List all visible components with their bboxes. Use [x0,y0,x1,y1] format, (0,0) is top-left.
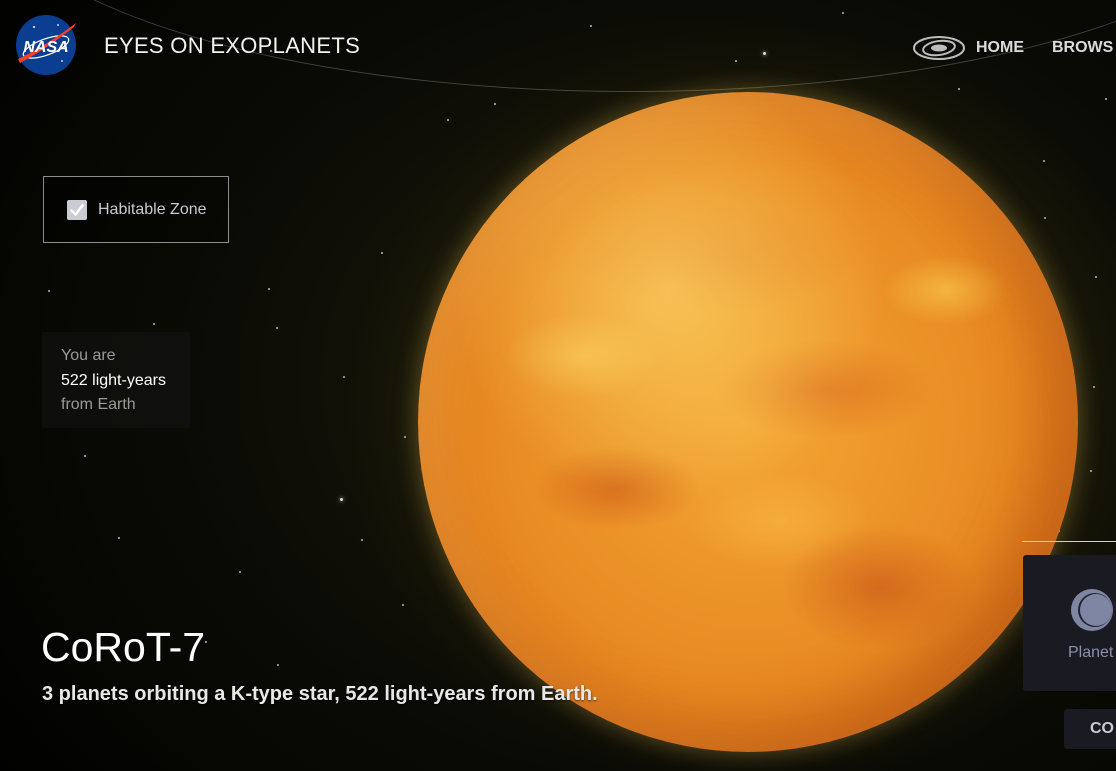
distance-prefix: You are [61,347,116,364]
top-nav: HOME BROWS [912,34,1113,62]
planets-panel-label: Planet [1068,644,1114,661]
nav-browse[interactable]: BROWS [1052,39,1113,57]
system-name: CoRoT-7 [41,624,206,670]
habitable-zone-label: Habitable Zone [98,200,207,218]
nasa-logo-text: NASA [23,39,68,56]
app-title[interactable]: EYES ON EXOPLANETS [104,33,360,59]
nav-home-label: HOME [976,39,1024,56]
exoplanet-viewport[interactable]: NASA EYES ON EXOPLANETS HOME BROWS Habit… [0,0,1116,771]
side-panel-divider [1022,541,1116,542]
distance-suffix: from Earth [61,396,136,413]
compare-button[interactable]: CO [1064,709,1116,749]
habitable-zone-checkbox[interactable] [67,199,87,220]
distance-value: 522 light-years [61,371,166,389]
planet-icon [1071,589,1113,631]
system-description: 3 planets orbiting a K-type star, 522 li… [42,683,598,705]
habitable-zone-toggle[interactable]: Habitable Zone [43,176,229,243]
galaxy-icon [913,36,965,60]
check-icon [70,203,84,216]
planets-panel-card[interactable]: Planet [1023,555,1116,691]
nav-home[interactable]: HOME [912,34,1024,62]
nasa-logo[interactable]: NASA [14,13,78,77]
distance-panel: You are 522 light-years from Earth [42,332,190,428]
planet-globe[interactable] [418,92,1078,752]
